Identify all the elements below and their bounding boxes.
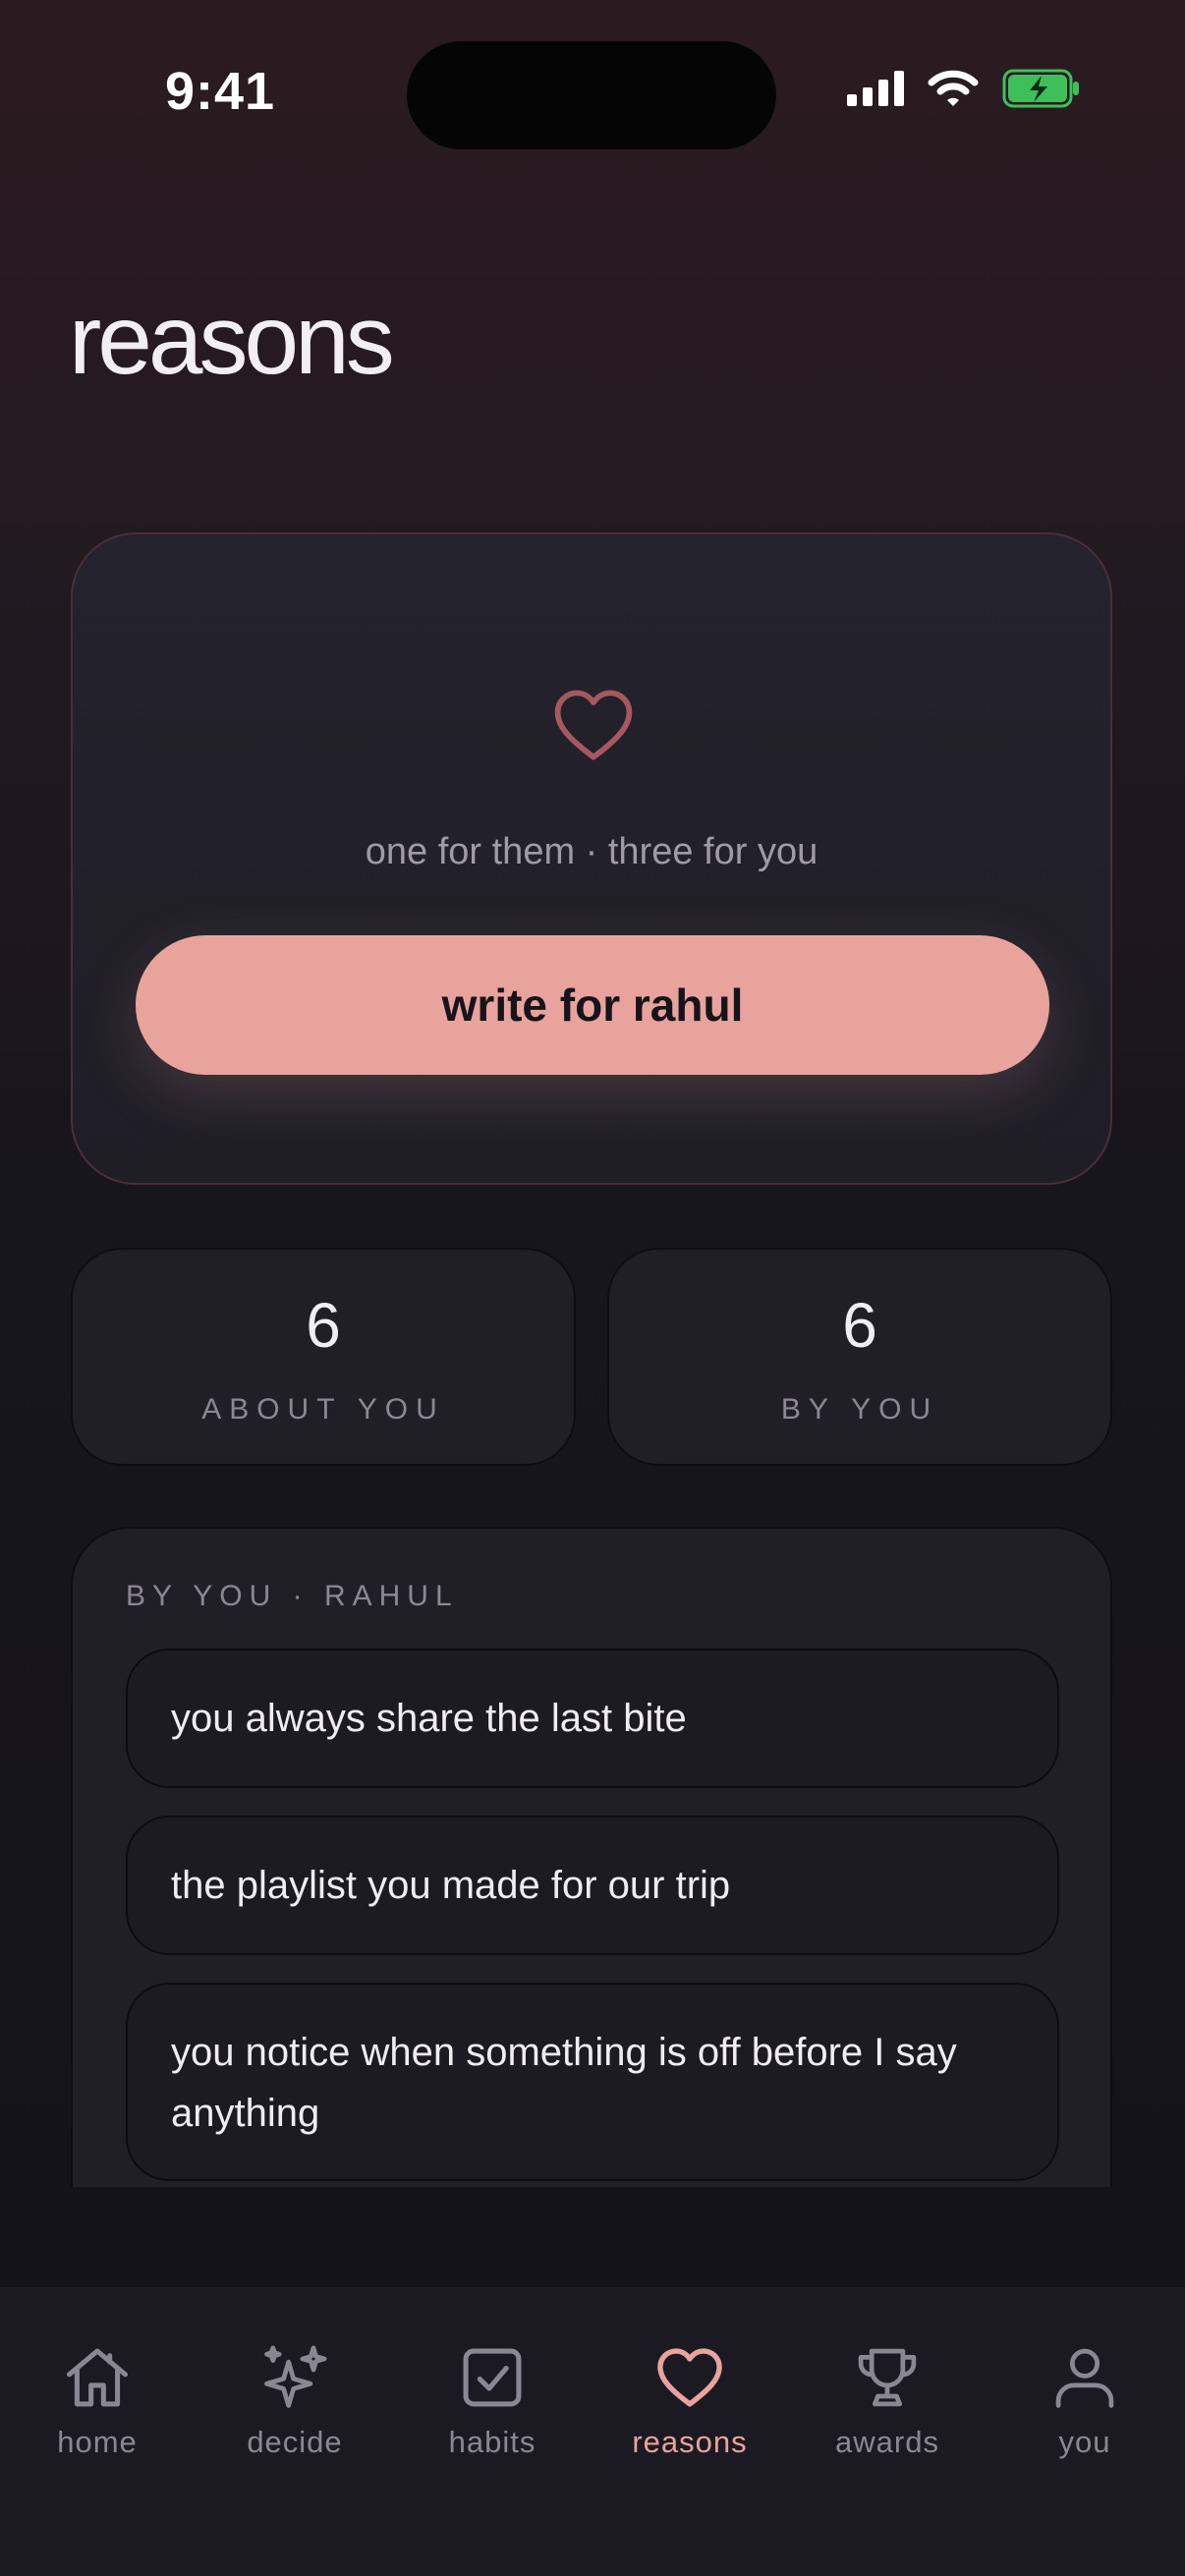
stat-label: ABOUT YOU bbox=[201, 1393, 445, 1426]
write-reason-card: one for them · three for you write for r… bbox=[71, 532, 1112, 1185]
stat-value: 6 bbox=[842, 1290, 877, 1361]
page-title: reasons bbox=[69, 285, 395, 395]
tab-bar: home decide habits reasons awards you bbox=[0, 2287, 1185, 2576]
write-for-button[interactable]: write for rahul bbox=[136, 935, 1049, 1075]
tab-label: you bbox=[1058, 2425, 1111, 2459]
heart-icon bbox=[554, 690, 633, 760]
hero-subtitle: one for them · three for you bbox=[365, 831, 818, 872]
list-item[interactable]: the playlist you made for our trip bbox=[126, 1816, 1059, 1955]
tab-label: decide bbox=[247, 2425, 343, 2459]
trophy-icon bbox=[858, 2348, 917, 2407]
list-item[interactable]: you always share the last bite bbox=[126, 1649, 1059, 1788]
cellular-signal-icon bbox=[847, 71, 904, 106]
sparkles-icon bbox=[264, 2345, 327, 2408]
status-icons bbox=[847, 69, 1081, 108]
list-heading: BY YOU · RAHUL bbox=[126, 1580, 459, 1612]
person-icon bbox=[1055, 2348, 1114, 2408]
tab-habits[interactable]: habits bbox=[404, 2340, 581, 2460]
tab-you[interactable]: you bbox=[996, 2340, 1173, 2460]
status-time: 9:41 bbox=[165, 62, 276, 121]
heart-icon bbox=[657, 2348, 722, 2407]
tab-home[interactable]: home bbox=[9, 2340, 186, 2460]
stat-value: 6 bbox=[306, 1290, 341, 1361]
tab-label: awards bbox=[835, 2425, 939, 2459]
stat-label: BY YOU bbox=[780, 1393, 939, 1426]
wifi-icon bbox=[928, 70, 979, 106]
tab-awards[interactable]: awards bbox=[799, 2340, 976, 2460]
battery-charging-icon bbox=[1002, 69, 1079, 108]
stat-by-you[interactable]: 6 BY YOU bbox=[607, 1248, 1112, 1466]
tab-label: home bbox=[57, 2425, 138, 2459]
dynamic-island bbox=[407, 41, 776, 149]
tab-label: reasons bbox=[632, 2425, 748, 2459]
home-icon bbox=[66, 2348, 129, 2407]
checkbox-icon bbox=[463, 2348, 522, 2407]
reasons-list-card: BY YOU · RAHUL you always share the last… bbox=[71, 1527, 1112, 2187]
stat-about-you[interactable]: 6 ABOUT YOU bbox=[71, 1248, 576, 1466]
list-item[interactable]: you notice when something is off before … bbox=[126, 1983, 1059, 2181]
tab-reasons[interactable]: reasons bbox=[601, 2340, 778, 2460]
tab-decide[interactable]: decide bbox=[206, 2340, 383, 2460]
tab-label: habits bbox=[448, 2425, 536, 2459]
